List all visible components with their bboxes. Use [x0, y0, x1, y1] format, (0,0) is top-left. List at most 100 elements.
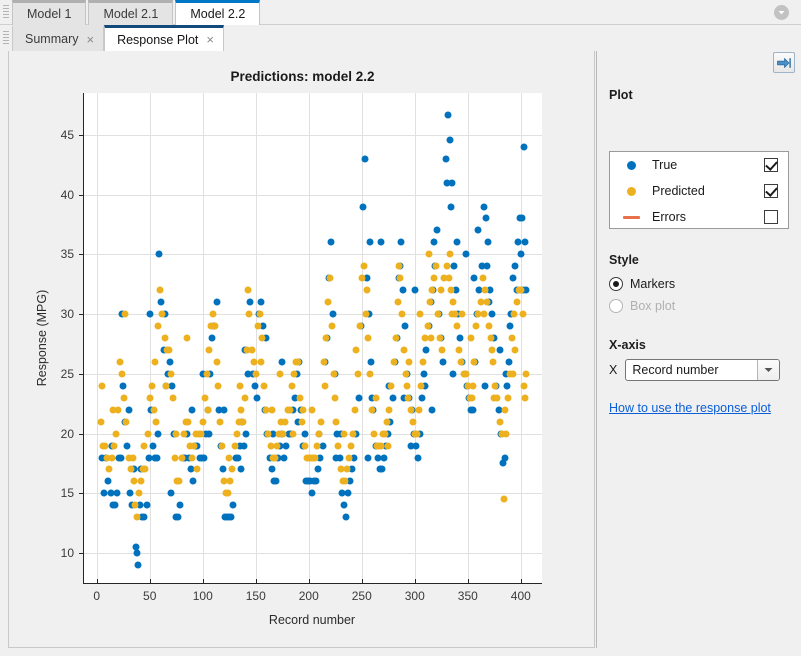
model-tab-1[interactable]: Model 1 — [12, 0, 87, 25]
scatter-point-predicted — [341, 477, 349, 485]
x-axis-title: Record number — [268, 613, 356, 627]
y-tick — [79, 373, 84, 375]
close-icon[interactable]: × — [206, 33, 214, 46]
document-tab-label: Summary — [25, 32, 79, 46]
scatter-point-predicted — [436, 334, 444, 342]
legend-checkbox-group: True Predicted Errors — [609, 151, 789, 229]
scatter-point-predicted — [437, 286, 445, 294]
scatter-point-true — [229, 501, 237, 509]
x-tick — [414, 579, 416, 584]
scatter-point-predicted — [214, 382, 222, 390]
document-drag-grip-icon[interactable] — [3, 31, 9, 45]
scatter-point-predicted — [315, 430, 323, 438]
chevron-down-circle-icon[interactable] — [774, 5, 789, 20]
scatter-point-predicted — [146, 394, 154, 402]
help-link[interactable]: How to use the response plot — [609, 401, 771, 415]
xaxis-prefix-label: X — [609, 363, 618, 377]
scatter-point-predicted — [487, 334, 495, 342]
scatter-point-predicted — [469, 382, 477, 390]
scatter-point-predicted — [110, 442, 118, 450]
scatter-point-predicted — [508, 334, 516, 342]
scatter-point-predicted — [400, 346, 408, 354]
scatter-point-predicted — [209, 310, 217, 318]
scatter-point-predicted — [141, 465, 149, 473]
scatter-point-true — [312, 477, 320, 485]
scatter-point-true — [240, 442, 248, 450]
checkbox-errors[interactable] — [764, 210, 778, 224]
model-tab-3[interactable]: Model 2.2 — [175, 0, 261, 25]
scatter-point-true — [364, 454, 372, 461]
scatter-point-predicted — [120, 394, 128, 402]
scatter-point-predicted — [211, 322, 219, 330]
legend-row-predicted[interactable]: Predicted — [610, 178, 790, 204]
scatter-point-true — [268, 465, 276, 473]
errors-marker-icon — [610, 215, 652, 219]
drag-grip-icon[interactable] — [3, 5, 9, 20]
scatter-point-predicted — [151, 358, 159, 366]
scatter-point-true — [380, 454, 388, 461]
scatter-point-predicted — [127, 465, 135, 473]
scatter-point-predicted — [199, 418, 207, 426]
scatter-point-predicted — [446, 250, 454, 258]
scatter-point-predicted — [116, 358, 124, 366]
scatter-point-predicted — [271, 454, 279, 461]
checkbox-true[interactable] — [764, 158, 778, 172]
gridline-horizontal — [84, 433, 542, 435]
xaxis-row: X Record number — [609, 359, 781, 381]
scatter-point-predicted — [237, 406, 245, 414]
scatter-point-predicted — [521, 394, 529, 402]
plot-options-panel: Plot True Predicted Errors Style Markers… — [596, 51, 801, 648]
scatter-point-predicted — [264, 430, 272, 438]
scatter-point-predicted — [432, 262, 440, 270]
xaxis-select[interactable]: Record number — [625, 359, 781, 381]
scatter-point-predicted — [362, 310, 370, 318]
scatter-point-true — [220, 406, 228, 414]
scatter-point-predicted — [97, 418, 105, 426]
scatter-point-true — [433, 226, 441, 234]
scatter-point-predicted — [183, 334, 191, 342]
scatter-point-predicted — [239, 418, 247, 426]
scatter-point-true — [200, 454, 208, 461]
radio-markers[interactable]: Markers — [609, 277, 675, 291]
scatter-point-predicted — [425, 250, 433, 258]
scatter-point-predicted — [453, 322, 461, 330]
scatter-point-predicted — [169, 394, 177, 402]
scatter-point-true — [469, 406, 477, 414]
checkbox-predicted[interactable] — [764, 184, 778, 198]
scatter-point-predicted — [360, 262, 368, 270]
model-tab-label: Model 2.1 — [103, 7, 159, 21]
legend-row-true[interactable]: True — [610, 152, 790, 178]
scatter-point-predicted — [289, 430, 297, 438]
scatter-plot-axes[interactable]: 0 50 100 150 200 250 300 350 400 10 15 20 25 30 35 40 45 — [61, 93, 542, 603]
scatter-point-predicted — [216, 418, 224, 426]
scatter-point-true — [505, 358, 513, 366]
scatter-point-true — [501, 454, 509, 461]
gridline-horizontal — [84, 373, 542, 375]
scatter-point-predicted — [256, 310, 264, 318]
x-tick — [255, 579, 257, 584]
y-tick — [79, 134, 84, 136]
scatter-point-true — [514, 238, 522, 246]
model-tab-2[interactable]: Model 2.1 — [88, 0, 174, 25]
scatter-point-true — [344, 489, 352, 497]
scatter-point-true — [125, 406, 133, 414]
scatter-point-predicted — [241, 394, 249, 402]
scatter-point-predicted — [496, 418, 504, 426]
scatter-point-predicted — [326, 274, 334, 282]
scatter-point-true — [113, 489, 121, 497]
scatter-point-true — [367, 358, 375, 366]
scatter-point-true — [143, 501, 151, 509]
document-tab-summary[interactable]: Summary × — [12, 25, 105, 51]
scatter-point-true — [176, 501, 184, 509]
scatter-point-true — [189, 477, 197, 485]
scatter-point-predicted — [105, 465, 113, 473]
legend-row-errors[interactable]: Errors — [610, 204, 790, 230]
collapse-panel-right-icon[interactable] — [773, 52, 795, 73]
scatter-point-predicted — [513, 298, 521, 306]
scatter-point-predicted — [228, 465, 236, 473]
chevron-down-icon[interactable] — [757, 360, 780, 380]
close-icon[interactable]: × — [86, 33, 94, 46]
scatter-point-true — [439, 358, 447, 366]
scatter-point-predicted — [434, 310, 442, 318]
document-tab-response-plot[interactable]: Response Plot × — [104, 25, 224, 51]
